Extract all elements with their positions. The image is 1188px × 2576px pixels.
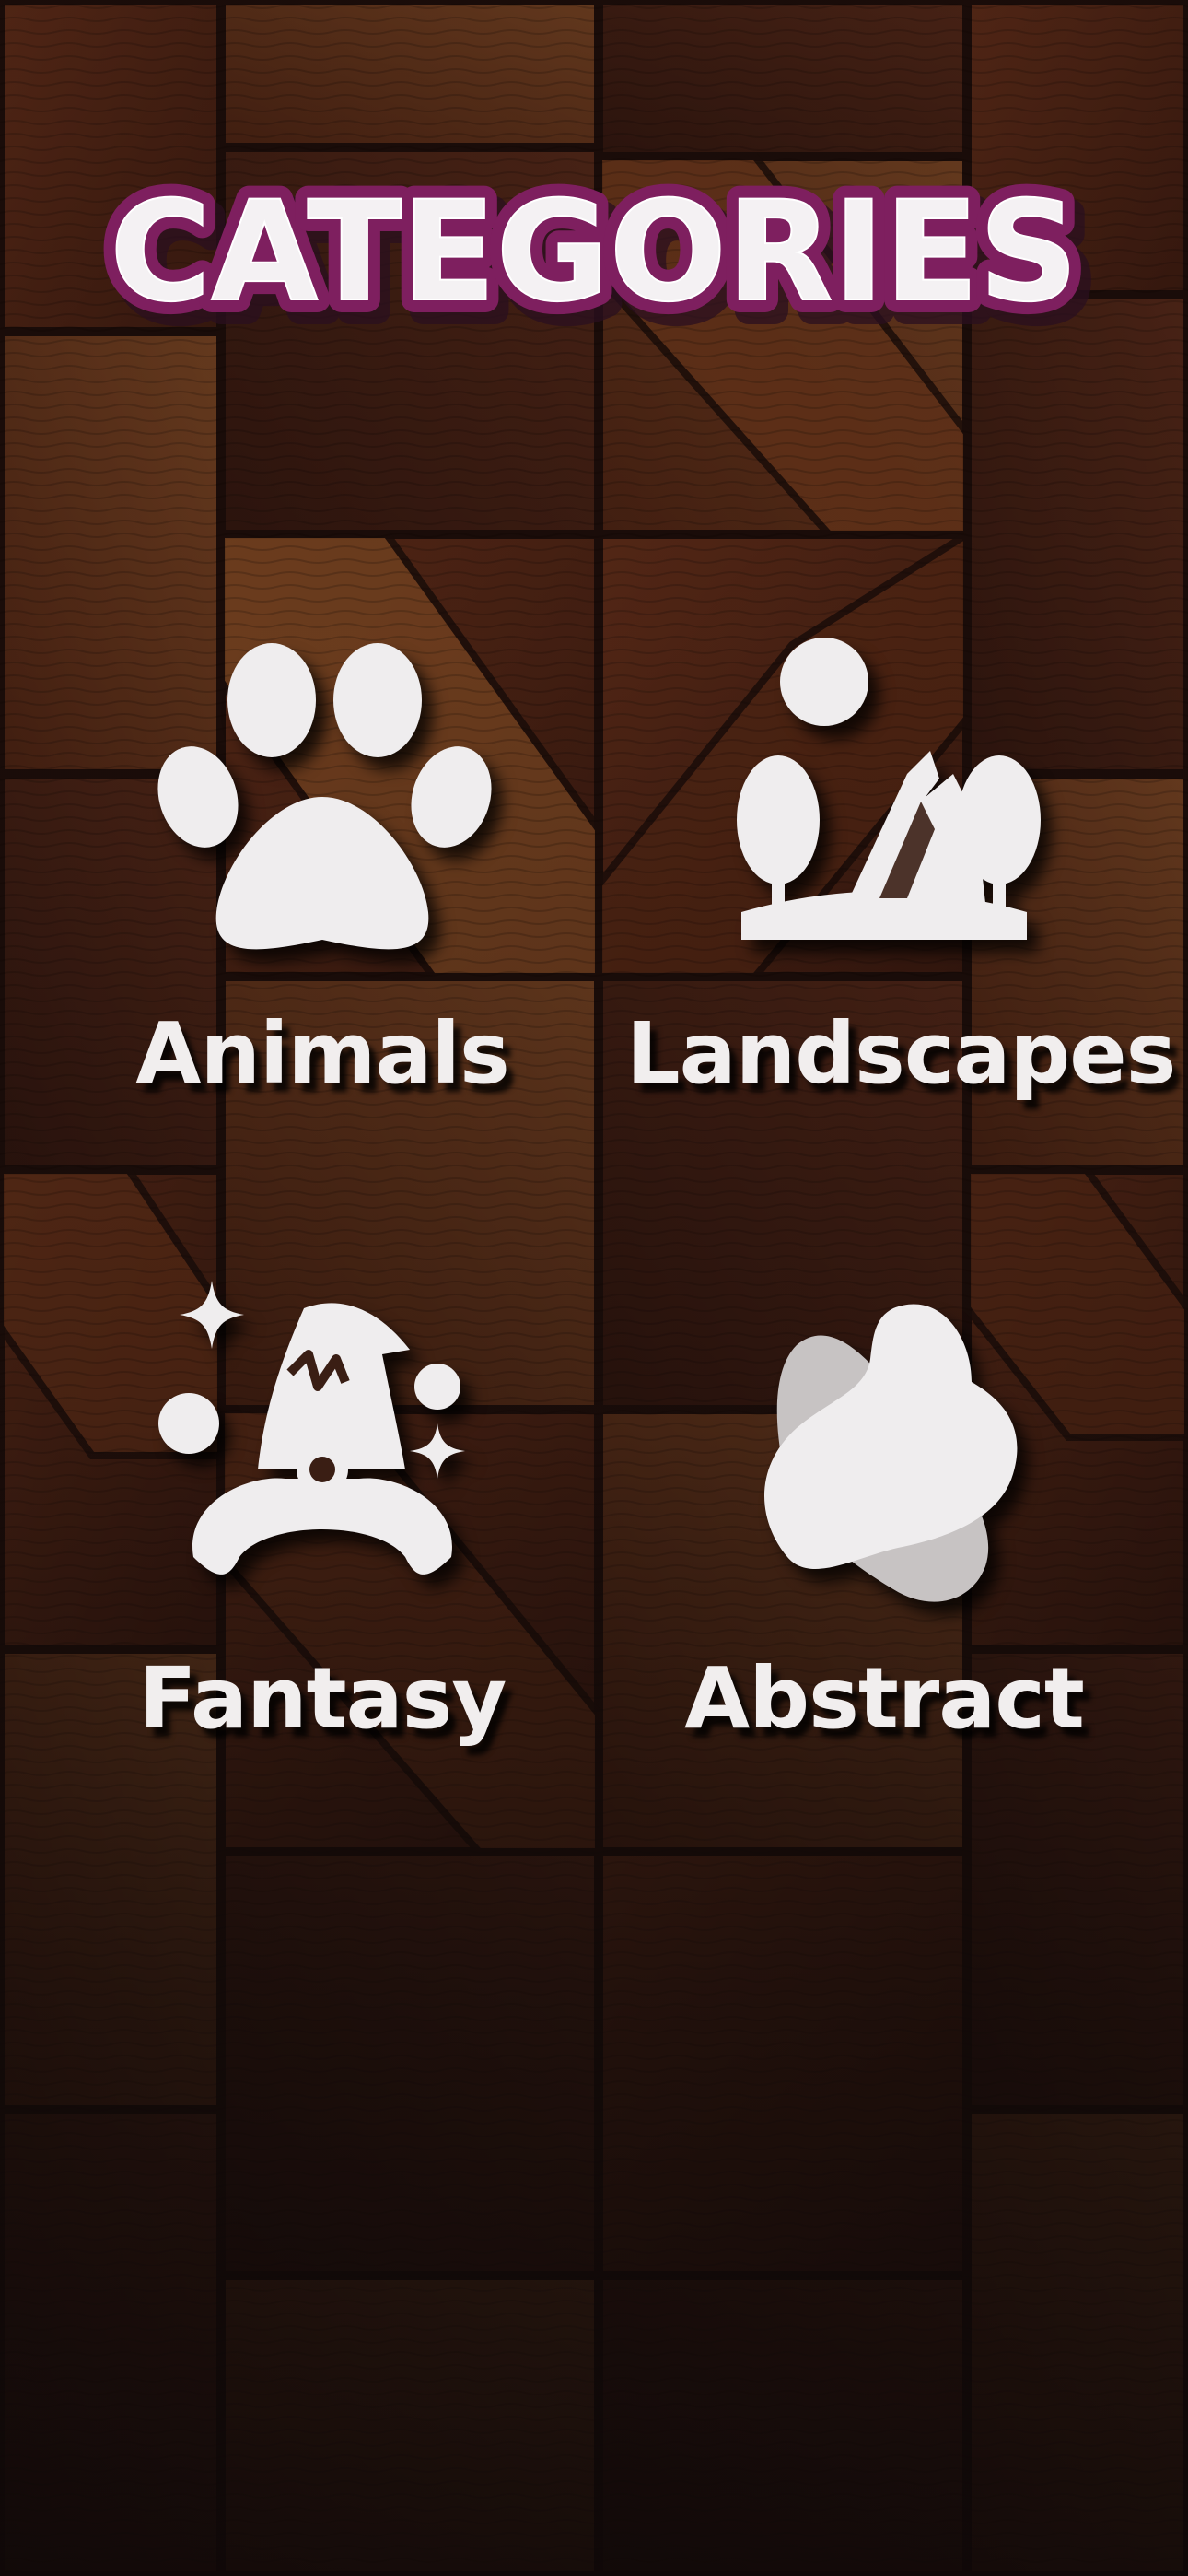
landscape-icon xyxy=(709,636,1059,986)
category-abstract[interactable]: Abstract xyxy=(626,1281,1142,1833)
page-title-banner: CATEGORIES CATEGORIES CATEGORIES xyxy=(0,159,1188,373)
category-label: Abstract xyxy=(684,1649,1085,1748)
category-fantasy[interactable]: Fantasy xyxy=(64,1281,580,1833)
wizard-gnome-icon xyxy=(147,1281,497,1631)
category-label: Landscapes xyxy=(626,1004,1176,1103)
category-animals[interactable]: Animals xyxy=(64,636,580,1188)
category-label: Animals xyxy=(135,1004,509,1103)
paw-icon xyxy=(147,636,497,986)
category-label: Fantasy xyxy=(138,1649,507,1748)
page-title: CATEGORIES xyxy=(110,172,1078,333)
abstract-blob-icon xyxy=(709,1281,1059,1631)
category-landscapes[interactable]: Landscapes xyxy=(626,636,1176,1188)
